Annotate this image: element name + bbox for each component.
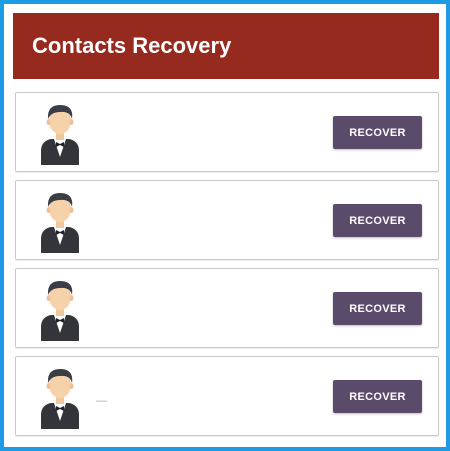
waiter-avatar-icon bbox=[41, 193, 79, 253]
page-title: Contacts Recovery bbox=[32, 33, 232, 58]
contact-name: — bbox=[96, 395, 107, 407]
contacts-list: RECOVER RECOVER RECOVER — RECOVER bbox=[15, 92, 443, 444]
recover-button[interactable]: RECOVER bbox=[333, 204, 422, 237]
waiter-avatar-icon bbox=[41, 105, 79, 165]
waiter-avatar-icon bbox=[41, 281, 79, 341]
app-frame: Contacts Recovery RECOVER RECOVER RECOVE… bbox=[0, 0, 450, 451]
contact-card: — RECOVER bbox=[15, 356, 439, 436]
recover-button[interactable]: RECOVER bbox=[333, 380, 422, 413]
app-header: Contacts Recovery bbox=[13, 13, 439, 79]
recover-button[interactable]: RECOVER bbox=[333, 116, 422, 149]
recover-button[interactable]: RECOVER bbox=[333, 292, 422, 325]
contact-card: RECOVER bbox=[15, 180, 439, 260]
contact-card: RECOVER bbox=[15, 92, 439, 172]
waiter-avatar-icon bbox=[41, 369, 79, 429]
contact-card: RECOVER bbox=[15, 268, 439, 348]
